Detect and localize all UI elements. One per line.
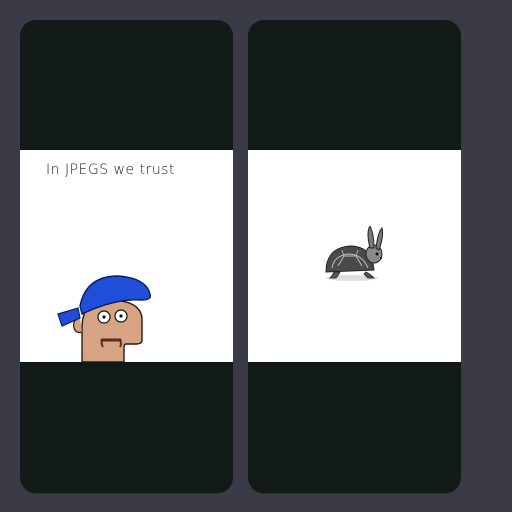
rabbit-turtle-icon	[322, 226, 388, 284]
media-card-creature[interactable]	[248, 20, 461, 493]
media-card-meme[interactable]: In JPEGS we trust	[20, 20, 233, 493]
card-image-area[interactable]	[248, 150, 461, 362]
cartoon-face-icon	[56, 270, 156, 362]
card-image-area[interactable]: In JPEGS we trust	[20, 150, 233, 362]
feed-stage: In JPEGS we trust	[0, 0, 512, 512]
meme-caption: In JPEGS we trust	[46, 162, 175, 178]
